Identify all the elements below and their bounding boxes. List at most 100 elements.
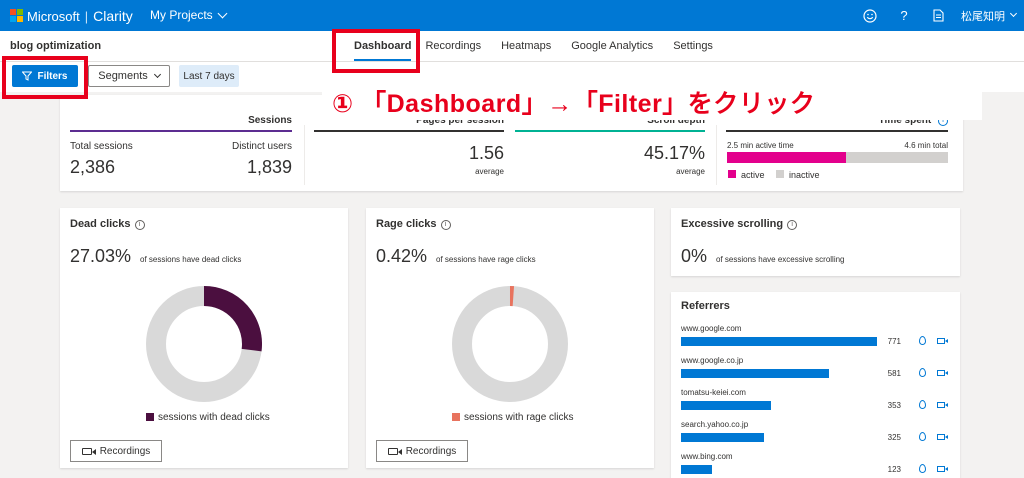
heatmap-drop-icon[interactable] xyxy=(919,464,926,473)
recording-camera-icon[interactable] xyxy=(937,370,948,376)
recordings-label: Recordings xyxy=(405,445,457,457)
brand-microsoft: Microsoft xyxy=(27,8,80,24)
heatmap-drop-icon[interactable] xyxy=(919,432,926,441)
referrer-count: 123 xyxy=(887,465,901,474)
heatmap-drop-icon[interactable] xyxy=(919,336,926,345)
segments-dropdown[interactable]: Segments xyxy=(88,65,170,87)
highlight-filters-button xyxy=(2,56,88,99)
divider xyxy=(304,125,305,185)
active-time-text: 2.5 min active time xyxy=(727,141,794,150)
project-bar: blog optimization Dashboard Recordings H… xyxy=(0,31,1024,61)
help-icon[interactable]: ? xyxy=(887,0,921,31)
my-projects-label: My Projects xyxy=(150,8,213,22)
time-header-line xyxy=(726,130,948,132)
excessive-scrolling-title: Excessive scrolling i xyxy=(681,218,798,230)
info-icon[interactable]: i xyxy=(134,220,145,230)
referrer-bar xyxy=(681,369,829,378)
document-icon[interactable] xyxy=(921,0,955,31)
highlight-dashboard-tab xyxy=(332,29,420,73)
recording-camera-icon[interactable] xyxy=(937,434,948,440)
microsoft-logo xyxy=(10,9,23,22)
dead-clicks-recordings-button[interactable]: Recordings xyxy=(70,440,162,462)
referrers-card: Referrers www.google.com 771 www.google.co… xyxy=(671,292,960,478)
info-icon[interactable]: i xyxy=(440,220,451,230)
brand-product: Clarity xyxy=(93,8,133,24)
time-bar xyxy=(727,152,948,163)
referrer-count: 353 xyxy=(887,401,901,410)
tab-heatmaps[interactable]: Heatmaps xyxy=(501,40,551,52)
rage-clicks-title: Rage clicks i xyxy=(376,218,451,230)
distinct-users-label: Distinct users xyxy=(231,141,292,152)
user-menu[interactable]: 松尾知明 xyxy=(961,8,1018,24)
tab-google-analytics[interactable]: Google Analytics xyxy=(571,40,653,52)
date-range-button[interactable]: Last 7 days xyxy=(179,65,239,87)
referrer-url: www.google.co.jp xyxy=(681,356,744,365)
legend-active-label: active xyxy=(741,170,765,180)
dead-clicks-legend-swatch xyxy=(146,413,154,421)
brand-separator: | xyxy=(84,8,89,24)
referrer-row[interactable]: search.yahoo.co.jp 325 xyxy=(681,420,951,442)
rage-clicks-percent: 0.42% xyxy=(376,246,428,266)
recording-camera-icon[interactable] xyxy=(937,402,948,408)
chevron-down-icon xyxy=(217,8,228,18)
excessive-scrolling-card: Excessive scrolling i 0% of sessions have… xyxy=(671,208,960,276)
brand[interactable]: Microsoft | Clarity xyxy=(27,8,133,24)
info-icon[interactable]: i xyxy=(787,220,798,230)
video-camera-icon xyxy=(387,447,402,455)
excessive-scrolling-desc: of sessions have excessive scrolling xyxy=(716,255,845,264)
time-bar-active xyxy=(727,152,846,163)
scroll-value: 45.17% xyxy=(643,143,705,163)
heatmap-drop-icon[interactable] xyxy=(919,368,926,377)
annotation-text: ① 「Dashboard」→「Filter」をクリック xyxy=(322,83,982,120)
tab-recordings[interactable]: Recordings xyxy=(425,40,481,52)
total-time-text: 4.6 min total xyxy=(904,141,948,150)
dead-clicks-desc: of sessions have dead clicks xyxy=(140,255,242,264)
total-sessions-label: Total sessions xyxy=(70,141,133,152)
donut-track xyxy=(452,286,568,402)
excessive-scrolling-title-text: Excessive scrolling xyxy=(681,218,784,230)
chevron-down-icon xyxy=(153,70,161,78)
referrer-bar xyxy=(681,465,712,474)
divider xyxy=(716,125,717,185)
referrer-bar xyxy=(681,433,764,442)
video-camera-icon xyxy=(81,447,96,455)
my-projects-dropdown[interactable]: My Projects xyxy=(150,8,228,22)
rage-clicks-card: Rage clicks i 0.42% of sessions have rage… xyxy=(366,208,654,468)
scroll-sub: average xyxy=(676,167,705,176)
sessions-header-line xyxy=(70,130,292,132)
heatmap-drop-icon[interactable] xyxy=(919,400,926,409)
referrer-row[interactable]: www.google.com 771 xyxy=(681,324,951,346)
rage-clicks-title-text: Rage clicks xyxy=(376,218,437,230)
chevron-down-icon xyxy=(1009,9,1018,18)
recording-camera-icon[interactable] xyxy=(937,338,948,344)
legend-inactive-swatch xyxy=(776,170,784,178)
top-bar: Microsoft | Clarity My Projects ? 松尾知明 xyxy=(0,0,1024,31)
referrer-count: 581 xyxy=(887,369,901,378)
referrer-row[interactable]: tomatsu-keiei.com 353 xyxy=(681,388,951,410)
dead-clicks-percent: 27.03% xyxy=(70,246,132,266)
referrers-title: Referrers xyxy=(681,300,730,312)
rage-clicks-recordings-button[interactable]: Recordings xyxy=(376,440,468,462)
dead-clicks-title-text: Dead clicks xyxy=(70,218,131,230)
pages-value: 1.56 xyxy=(468,143,504,163)
rage-clicks-donut xyxy=(452,286,568,402)
referrer-url: www.google.com xyxy=(681,324,742,333)
tab-settings[interactable]: Settings xyxy=(673,40,713,52)
referrer-bar xyxy=(681,401,771,410)
pages-header-line xyxy=(314,130,504,132)
excessive-scrolling-percent: 0% xyxy=(681,246,708,266)
distinct-users-value: 1,839 xyxy=(246,157,292,177)
top-icons: ? 松尾知明 xyxy=(853,0,1024,31)
project-name: blog optimization xyxy=(10,40,102,52)
legend-inactive-label: inactive xyxy=(789,170,820,180)
recordings-label: Recordings xyxy=(99,445,151,457)
referrer-row[interactable]: www.bing.com 123 xyxy=(681,452,951,474)
sessions-header: Sessions xyxy=(248,115,292,126)
recording-camera-icon[interactable] xyxy=(937,466,948,472)
referrer-count: 771 xyxy=(887,337,901,346)
pages-sub: average xyxy=(475,167,504,176)
rage-clicks-desc: of sessions have rage clicks xyxy=(436,255,536,264)
smiley-icon[interactable] xyxy=(853,0,887,31)
referrer-row[interactable]: www.google.co.jp 581 xyxy=(681,356,951,378)
dead-clicks-donut xyxy=(146,286,262,402)
